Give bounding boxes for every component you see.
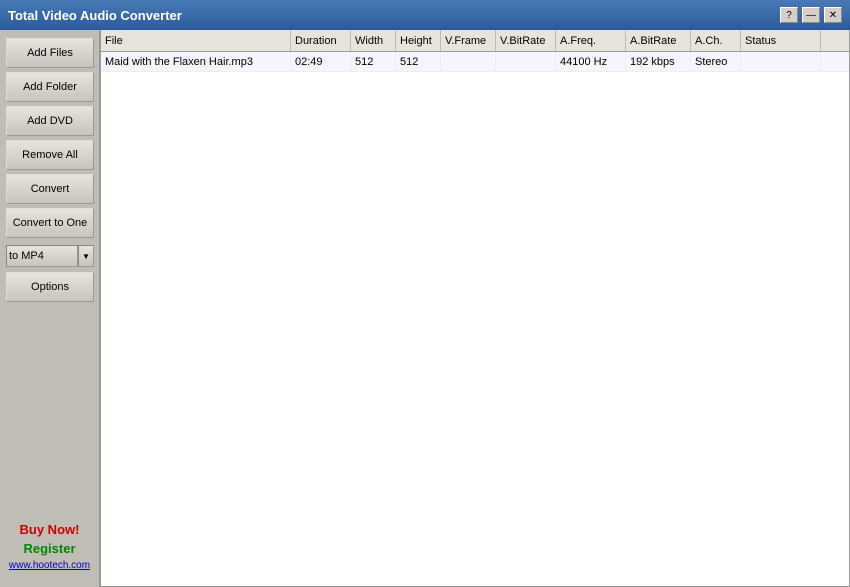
table-row[interactable]: Maid with the Flaxen Hair.mp302:49512512…	[101, 52, 849, 72]
table-cell-file: Maid with the Flaxen Hair.mp3	[101, 52, 291, 71]
website-link[interactable]: www.hootech.com	[9, 560, 90, 571]
format-select[interactable]: to MP4to MP3to AVIto WMVto MOVto FLVto M…	[6, 245, 78, 267]
table-cell-vframe	[441, 52, 496, 71]
add-files-button[interactable]: Add Files	[6, 38, 94, 68]
col-header-status: Status	[741, 30, 821, 51]
add-dvd-button[interactable]: Add DVD	[6, 106, 94, 136]
add-files-label: Add Files	[27, 47, 73, 59]
col-header-duration: Duration	[291, 30, 351, 51]
table-cell-width: 512	[351, 52, 396, 71]
convert-label: Convert	[31, 183, 70, 195]
format-dropdown-container: to MP4to MP3to AVIto WMVto MOVto FLVto M…	[6, 244, 94, 268]
table-cell-afreq: 44100 Hz	[556, 52, 626, 71]
remove-all-label: Remove All	[22, 149, 78, 161]
table-cell-height: 512	[396, 52, 441, 71]
table-cell-status	[741, 52, 821, 71]
content-area: File Duration Width Height V.Frame V.Bit…	[100, 30, 850, 587]
chevron-down-icon[interactable]: ▼	[78, 245, 94, 267]
help-button[interactable]: ?	[780, 7, 798, 23]
col-header-abitrate: A.BitRate	[626, 30, 691, 51]
main-container: Add Files Add Folder Add DVD Remove All …	[0, 30, 850, 587]
convert-to-one-button[interactable]: Convert to One	[6, 208, 94, 238]
convert-button[interactable]: Convert	[6, 174, 94, 204]
col-header-afreq: A.Freq.	[556, 30, 626, 51]
table-cell-vbitrate	[496, 52, 556, 71]
add-dvd-label: Add DVD	[27, 115, 73, 127]
col-header-ach: A.Ch.	[691, 30, 741, 51]
window-controls: ? — ✕	[780, 7, 842, 23]
sidebar: Add Files Add Folder Add DVD Remove All …	[0, 30, 100, 587]
col-header-vframe: V.Frame	[441, 30, 496, 51]
convert-to-one-label: Convert to One	[13, 217, 88, 229]
col-header-width: Width	[351, 30, 396, 51]
table-header: File Duration Width Height V.Frame V.Bit…	[101, 30, 849, 52]
col-header-file: File	[101, 30, 291, 51]
close-button[interactable]: ✕	[824, 7, 842, 23]
add-folder-label: Add Folder	[23, 81, 77, 93]
buy-now-link[interactable]: Buy Now!	[20, 522, 80, 537]
col-header-vbitrate: V.BitRate	[496, 30, 556, 51]
table-body: Maid with the Flaxen Hair.mp302:49512512…	[101, 52, 849, 586]
table-cell-ach: Stereo	[691, 52, 741, 71]
col-header-height: Height	[396, 30, 441, 51]
table-cell-abitrate: 192 kbps	[626, 52, 691, 71]
minimize-button[interactable]: —	[802, 7, 820, 23]
remove-all-button[interactable]: Remove All	[6, 140, 94, 170]
table-cell-duration: 02:49	[291, 52, 351, 71]
sidebar-bottom: Buy Now! Register www.hootech.com	[6, 522, 93, 579]
register-link[interactable]: Register	[23, 541, 75, 556]
title-bar: Total Video Audio Converter ? — ✕	[0, 0, 850, 30]
options-button[interactable]: Options	[6, 272, 94, 302]
add-folder-button[interactable]: Add Folder	[6, 72, 94, 102]
app-title: Total Video Audio Converter	[8, 8, 182, 23]
options-label: Options	[31, 281, 69, 293]
